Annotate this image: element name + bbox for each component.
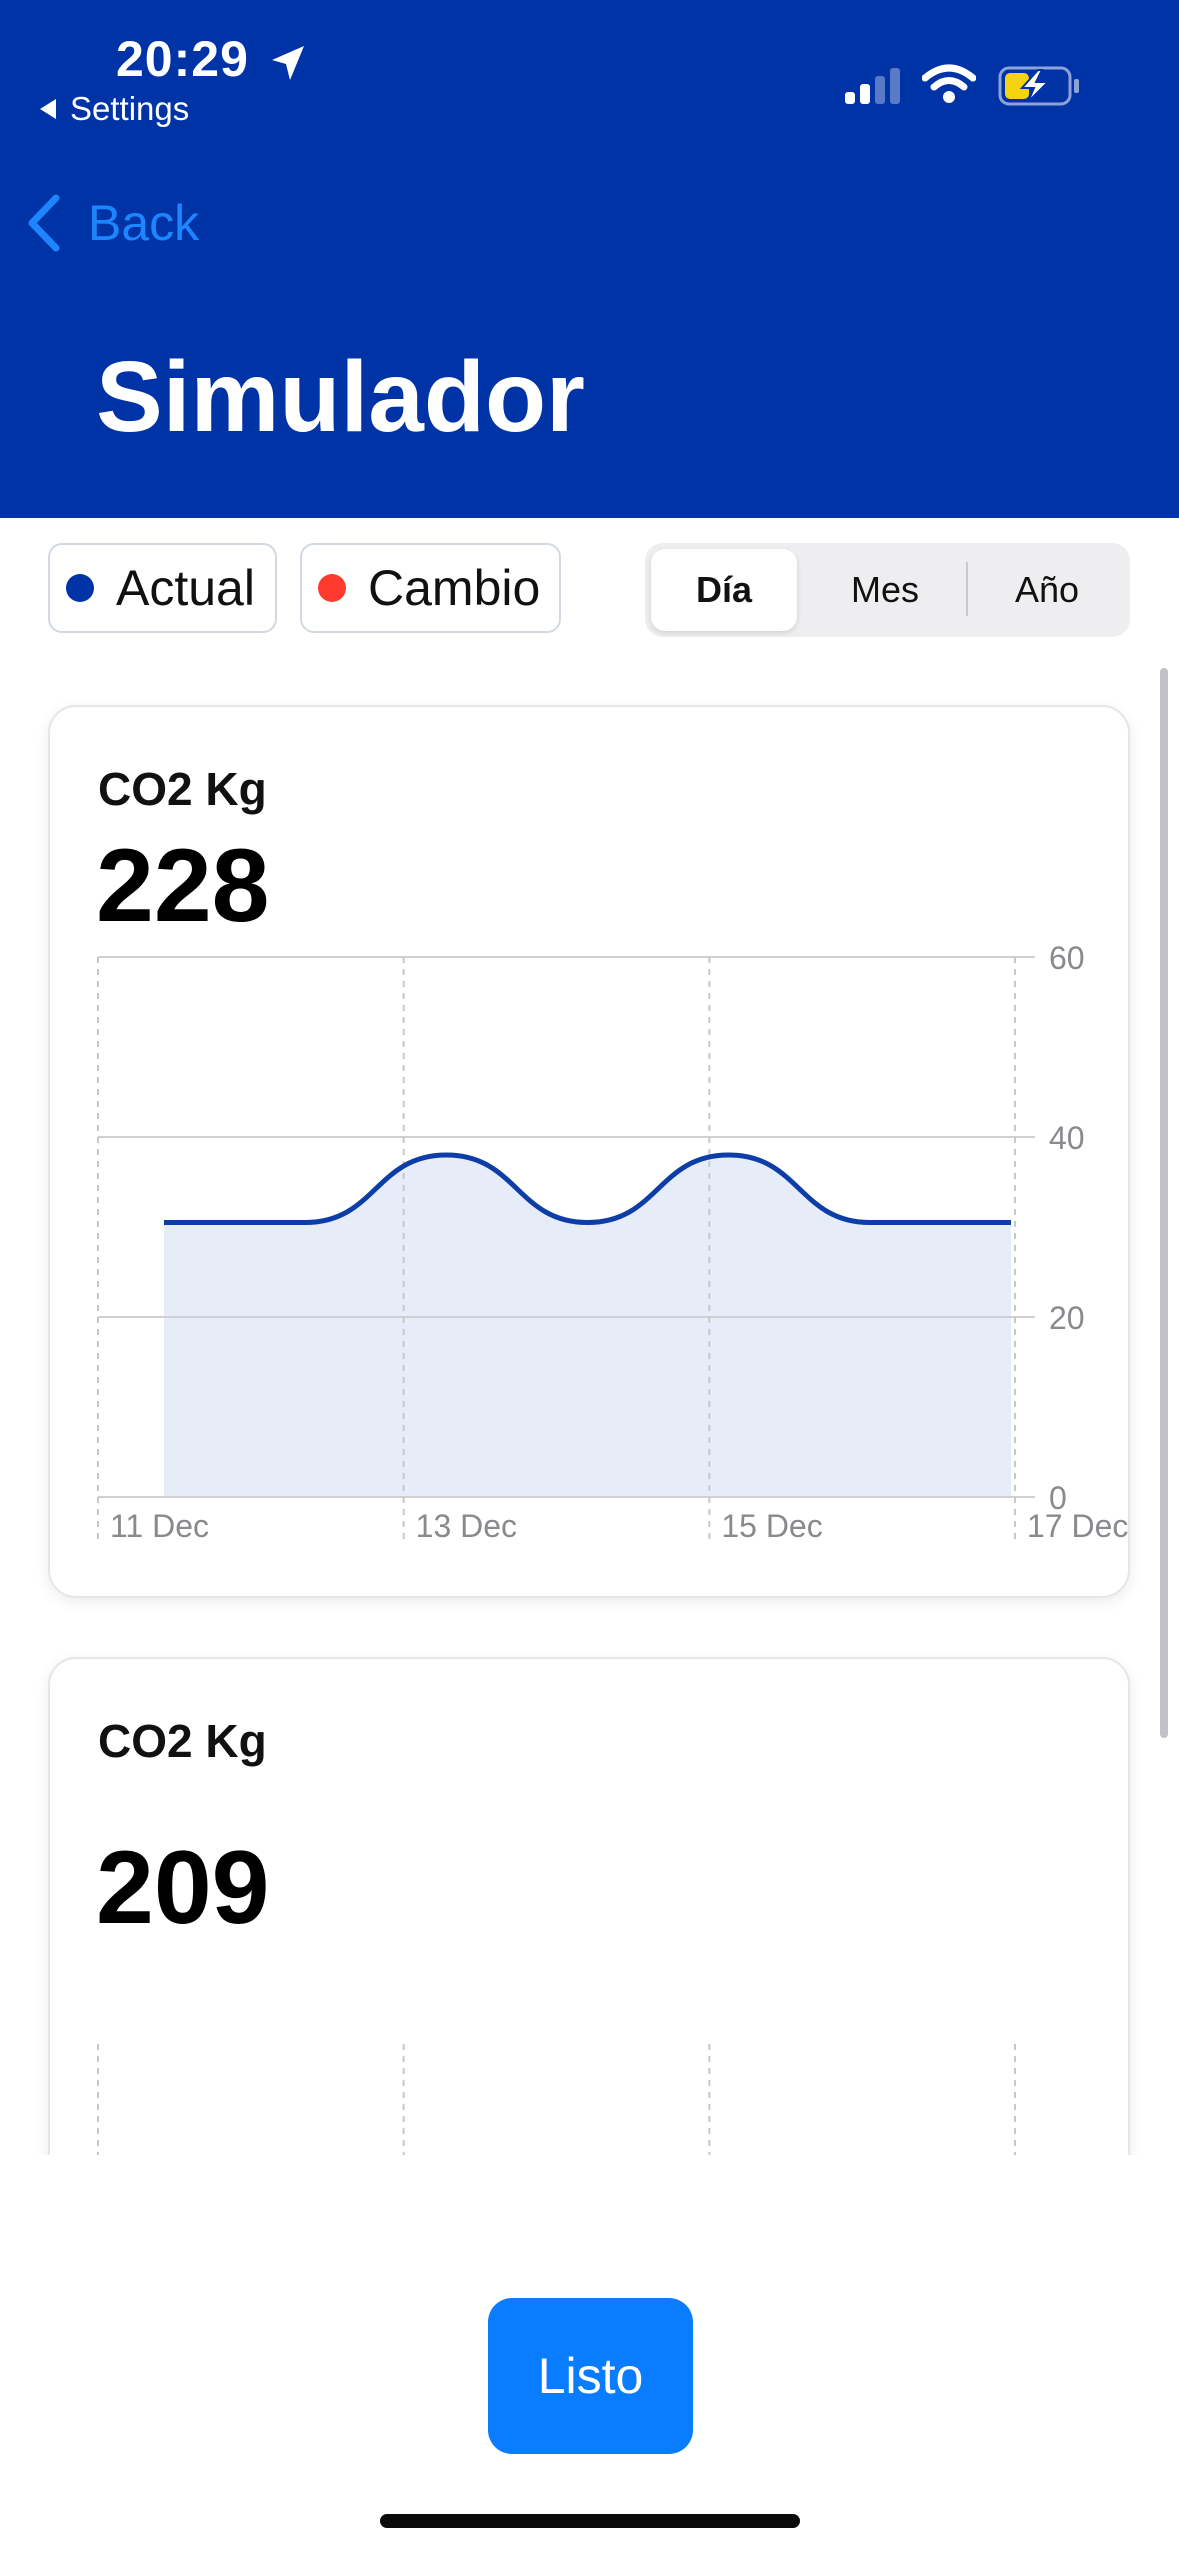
scrollbar[interactable] <box>1160 668 1168 1738</box>
actual-dot-icon <box>66 574 94 602</box>
y-tick-label: 60 <box>1049 940 1085 976</box>
legend-cambio-label: Cambio <box>368 560 541 616</box>
done-button[interactable]: Listo <box>488 2298 693 2454</box>
back-label: Back <box>88 195 200 251</box>
series-line <box>164 1152 1011 1226</box>
y-tick-label: 40 <box>1049 1120 1085 1156</box>
chevron-left-icon <box>28 194 60 252</box>
back-triangle-icon <box>40 99 56 119</box>
segment-ano[interactable]: Año <box>971 549 1123 631</box>
co2-chart-card: CO2 Kg 228 0 20 40 60 11 Dec 13 Dec 15 Dec 17 D… <box>48 705 1130 1598</box>
segment-dia[interactable]: Día <box>651 549 797 631</box>
back-button[interactable]: Back <box>26 194 199 252</box>
x-tick-label: 15 Dec <box>721 1508 822 1544</box>
battery-charging-icon <box>998 66 1079 106</box>
return-to-settings[interactable]: Settings <box>38 90 189 128</box>
settings-label: Settings <box>70 90 190 127</box>
status-time: 20:29 <box>116 31 249 87</box>
cellular-signal-icon <box>845 68 900 104</box>
legend-cambio[interactable]: Cambio <box>300 543 561 633</box>
cambio-dot-icon <box>318 574 346 602</box>
x-tick-label: 17 Dec <box>1027 1508 1128 1544</box>
y-tick-label: 20 <box>1049 1300 1085 1336</box>
segment-mes[interactable]: Mes <box>805 549 965 631</box>
wifi-icon <box>922 64 976 103</box>
period-segmented-control: Día Mes Año <box>645 543 1130 637</box>
legend-actual-label: Actual <box>116 560 255 616</box>
segment-divider <box>966 562 968 616</box>
x-tick-label: 13 Dec <box>416 1508 517 1544</box>
home-indicator <box>380 2514 800 2528</box>
series-area <box>164 1155 1011 1497</box>
x-tick-label: 11 Dec <box>110 1508 209 1544</box>
legend-actual[interactable]: Actual <box>48 543 277 633</box>
page-title: Simulador <box>96 341 585 453</box>
co2-area-chart: 020406011 Dec 13 Dec 15 Dec 17 Dec <box>97 940 1128 1544</box>
location-arrow-icon <box>272 46 304 80</box>
